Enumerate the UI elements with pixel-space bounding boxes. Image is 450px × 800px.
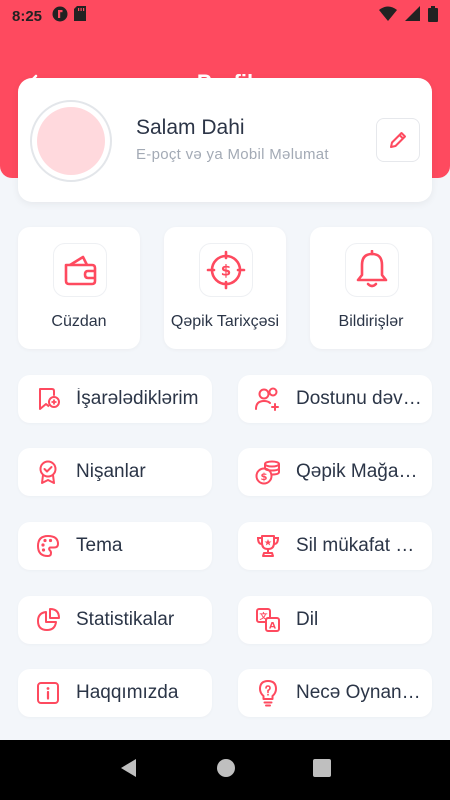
battery-icon [428, 5, 438, 27]
svg-text:$: $ [221, 262, 231, 280]
trophy-icon [254, 532, 282, 560]
menu-label-language: Dil [296, 609, 319, 630]
avatar[interactable] [30, 100, 112, 182]
wallet-icon [53, 243, 107, 297]
tile-label-coin-history: Qəpik Tarixçəsi [170, 313, 280, 330]
tile-label-notifications: Bildirişlər [338, 313, 404, 330]
menu-badges[interactable]: Nişanlar [18, 448, 212, 496]
pencil-icon [390, 132, 406, 148]
menu-label-theme: Tema [76, 535, 123, 556]
nav-back-button[interactable] [118, 757, 140, 784]
menu-label-about-us: Haqqımızda [76, 682, 179, 703]
tile-wallet[interactable]: Cüzdan [18, 227, 140, 349]
edit-profile-button[interactable] [376, 118, 420, 162]
menu-statistics[interactable]: Statistikalar [18, 596, 212, 644]
menu-label-how-to-play: Necə Oynanılır [296, 682, 423, 703]
invite-friend-icon [254, 385, 282, 413]
menu-coin-store[interactable]: $ Qəpik Mağazası [238, 448, 432, 496]
profile-name: Salam Dahi [136, 116, 245, 139]
status-time: 8:25 [12, 7, 43, 25]
info-icon [34, 679, 62, 707]
avatar-image [37, 107, 105, 175]
menu-label-reward-points: Sil mükafat balları [296, 535, 432, 556]
pie-chart-icon [34, 606, 62, 634]
menu-reward-points[interactable]: Sil mükafat balları [238, 522, 432, 570]
profile-card: Salam Dahi E-poçt və ya Mobil Məlumat [18, 78, 432, 202]
square-recents-icon [313, 758, 332, 777]
badge-icon [34, 458, 62, 486]
menu-label-bookmarks: İşarələdiklərim [76, 388, 199, 409]
tile-label-wallet: Cüzdan [51, 313, 107, 330]
menu-about-us[interactable]: Haqqımızda [18, 669, 212, 717]
bell-icon [345, 243, 399, 297]
svg-text:$: $ [261, 472, 268, 483]
palette-icon [34, 532, 62, 560]
menu-theme[interactable]: Tema [18, 522, 212, 570]
wifi-icon [379, 6, 397, 26]
lightbulb-icon [254, 679, 282, 707]
coin-history-icon: $ [199, 243, 253, 297]
coin-store-icon: $ [254, 458, 282, 486]
menu-label-invite-friend: Dostunu dəvət et [296, 388, 432, 409]
menu-invite-friend[interactable]: Dostunu dəvət et [238, 375, 432, 423]
menu-bookmarks[interactable]: İşarələdiklərim [18, 375, 212, 423]
circle-home-icon [216, 758, 235, 777]
menu-label-coin-store: Qəpik Mağazası [296, 461, 432, 482]
svg-text:文: 文 [260, 611, 269, 621]
svg-text:A: A [269, 622, 276, 632]
signal-icon [405, 6, 420, 26]
nav-home-button[interactable] [215, 757, 237, 784]
menu-how-to-play[interactable]: Necə Oynanılır [238, 669, 432, 717]
sd-card-icon [74, 6, 87, 26]
menu-label-statistics: Statistikalar [76, 609, 175, 630]
nav-recents-button[interactable] [312, 758, 332, 783]
profile-contact: E-poçt və ya Mobil Məlumat [136, 146, 329, 163]
app-notification-icon [52, 6, 68, 27]
translate-icon: 文A [254, 606, 282, 634]
menu-label-badges: Nişanlar [76, 461, 146, 482]
system-nav-bar [0, 740, 450, 800]
menu-language[interactable]: 文A Dil [238, 596, 432, 644]
status-bar: 8:25 [0, 0, 450, 32]
tile-notifications[interactable]: Bildirişlər [310, 227, 432, 349]
triangle-back-icon [120, 758, 136, 777]
bookmark-add-icon [34, 385, 62, 413]
tile-coin-history[interactable]: $ Qəpik Tarixçəsi [164, 227, 286, 349]
